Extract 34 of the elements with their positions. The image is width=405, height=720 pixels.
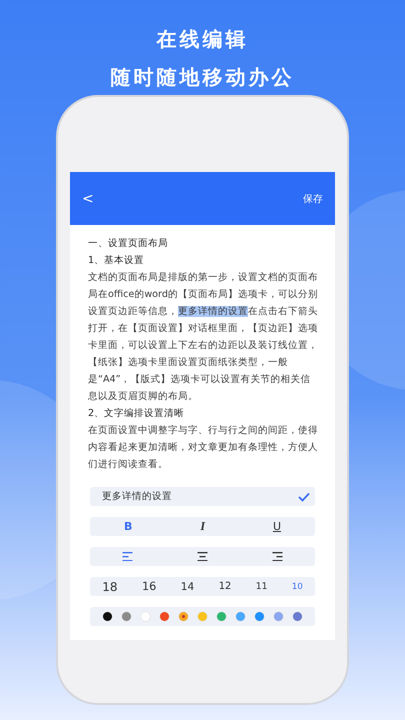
color-swatch[interactable] [179, 612, 188, 621]
paragraph: 文档的页面布局是排版的第一步，设置文档的页面布局在office的word的【页面布局】选项卡，可以分别设置页边距等信息，更多详情的设置在点击右下箭头打开，在【页面设置】对话框里面，【页边距】选项卡里面，可以设置上下左右的边距以及装订线位置，【纸张】选项卡里面设置页面纸张类型，一般是“A4”，【版式】选项卡可以设置有关节的相关信息以及页眉页脚的布局。 [88, 271, 319, 404]
headline: 随时随地移动办公 [110, 64, 294, 90]
save-button[interactable]: 保存 [303, 192, 323, 206]
color-swatch[interactable] [103, 612, 112, 621]
text-style-button[interactable]: B [118, 518, 138, 535]
font-size-option[interactable]: 18 [99, 580, 120, 594]
align-right-icon [272, 552, 283, 561]
selection-label: 更多详情的设置 [102, 490, 172, 503]
color-swatch[interactable] [198, 612, 207, 621]
color-swatch[interactable] [293, 612, 302, 621]
color-swatch[interactable] [217, 612, 226, 621]
selection-bar[interactable]: 更多详情的设置 [90, 487, 315, 506]
color-swatch[interactable] [236, 612, 245, 621]
font-size-option[interactable]: 10 [288, 582, 306, 592]
paragraph: 在页面设置中调整字与字、行与行之间的间距，使得内容看起来更加清晰，对文章更加有条理性，方便人们进行阅读查看。 [88, 424, 319, 472]
color-swatch[interactable] [274, 612, 283, 621]
font-size-option[interactable]: 11 [252, 581, 270, 592]
font-size-option[interactable]: 14 [178, 580, 198, 592]
section-heading: 1、基本设置 [88, 254, 146, 268]
color-swatch[interactable] [255, 612, 264, 621]
font-size-option[interactable]: 12 [216, 581, 234, 592]
color-swatch[interactable] [141, 612, 150, 621]
font-size-option[interactable]: 16 [138, 580, 160, 593]
text-style-button[interactable]: I [194, 518, 211, 535]
align-left-icon [122, 552, 133, 561]
color-swatch[interactable] [122, 612, 131, 621]
color-swatch[interactable] [160, 612, 169, 621]
section-heading: 2、文字编排设置清晰 [88, 407, 186, 421]
align-center-icon [197, 552, 208, 561]
back-button[interactable]: < [82, 190, 94, 206]
headline: 在线编辑 [156, 26, 248, 52]
section-heading: 一、设置页面布局 [88, 237, 169, 251]
text-style-button[interactable]: U [266, 518, 287, 535]
